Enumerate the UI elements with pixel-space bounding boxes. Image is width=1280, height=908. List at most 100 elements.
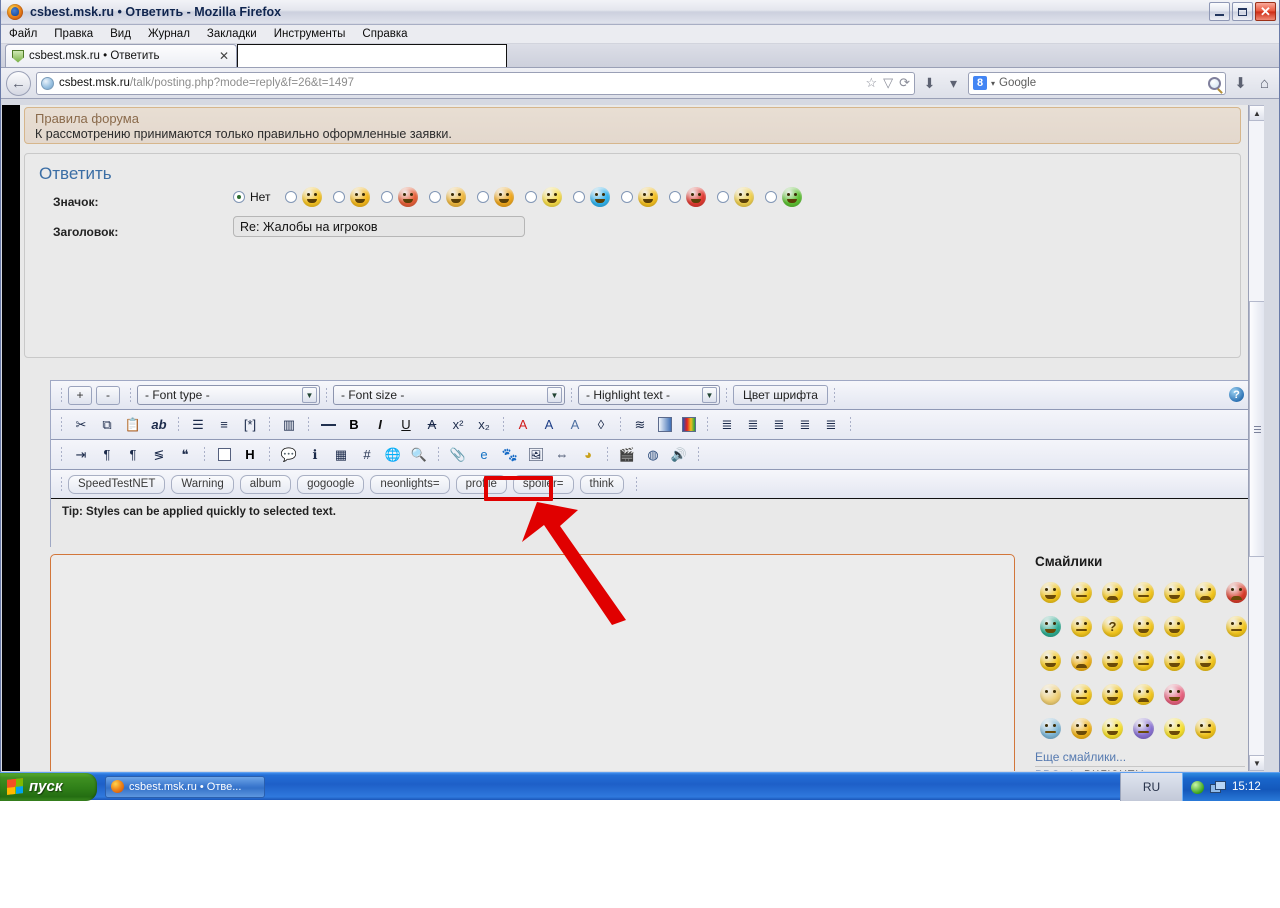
toolbar-grip[interactable] (606, 446, 609, 463)
style-button-think[interactable]: think (579, 474, 624, 494)
disc-icon[interactable]: ◍ (640, 444, 666, 466)
toolbar-grip[interactable] (203, 446, 206, 463)
toolbar-grip[interactable] (706, 416, 709, 433)
smiley-teeth-green[interactable] (1040, 615, 1061, 637)
menu-item-file[interactable]: Файл (9, 28, 37, 40)
post-icon-cool[interactable] (590, 187, 611, 207)
underline-icon[interactable]: U (393, 414, 419, 436)
radio-icon-smile[interactable] (333, 191, 346, 203)
home-icon[interactable]: ⌂ (1255, 72, 1274, 94)
bold-icon[interactable]: B (341, 414, 367, 436)
smiley-popcorn[interactable] (1195, 717, 1216, 739)
post-icon-arrow[interactable] (494, 187, 515, 207)
pacman-icon[interactable]: ◕ (575, 444, 601, 466)
scroll-down-button[interactable]: ▼ (1249, 755, 1264, 771)
toolbar-grip[interactable] (60, 446, 63, 463)
toolbar-grip[interactable] (129, 386, 132, 404)
style-button-profile[interactable]: profile (455, 474, 507, 494)
quote-icon[interactable]: ❝ (172, 444, 198, 466)
ltr-icon[interactable]: ¶ (94, 444, 120, 466)
taskbar-item-firefox[interactable]: csbest.msk.ru • Отве... (105, 775, 265, 798)
sound-icon[interactable]: 🔊 (666, 444, 692, 466)
minimize-button[interactable] (1209, 2, 1230, 21)
smiley-sly[interactable] (1071, 615, 1092, 637)
smiley-blank[interactable] (1133, 649, 1154, 671)
paste-icon[interactable]: 📋 (120, 414, 146, 436)
font-size-increase-button[interactable]: + (68, 385, 92, 405)
italic-icon[interactable]: I (367, 414, 393, 436)
toolbar-grip[interactable] (725, 386, 728, 404)
smiley-shock[interactable] (1133, 683, 1154, 705)
cut-icon[interactable]: ✂ (68, 414, 94, 436)
superscript-icon[interactable]: x² (445, 414, 471, 436)
horizontal-rule-icon[interactable] (315, 414, 341, 436)
white-box-icon[interactable] (211, 444, 237, 466)
chevron-down-icon[interactable]: ▼ (302, 387, 317, 403)
downloads-icon[interactable]: ⬇ (1231, 72, 1250, 94)
smiley-drink[interactable] (1102, 717, 1123, 739)
align-indent-icon[interactable]: ≣ (818, 414, 844, 436)
more-smilies-link[interactable]: Еще смайлики... (1035, 750, 1245, 767)
align-center-icon[interactable]: ≣ (766, 414, 792, 436)
font-size-decrease-button[interactable]: - (96, 385, 120, 405)
copy-icon[interactable]: ⧉ (94, 414, 120, 436)
help-icon[interactable]: ? (1229, 387, 1244, 402)
code-icon[interactable]: ≶ (146, 444, 172, 466)
globe-link-icon[interactable]: 🌐 (380, 444, 406, 466)
language-indicator[interactable]: RU (1120, 773, 1182, 801)
smiley-neutral[interactable] (1133, 581, 1154, 603)
style-button-spoiler[interactable]: spoiler= (512, 474, 574, 494)
toolbar-grip[interactable] (177, 416, 180, 433)
smiley-laugh-hard[interactable] (1071, 717, 1092, 739)
smiley-love-pink[interactable] (1164, 683, 1185, 705)
smiley-devil[interactable] (1226, 581, 1247, 603)
chevron-down-icon[interactable]: ▼ (702, 387, 717, 403)
subject-input[interactable]: Re: Жалобы на игроков (233, 216, 525, 237)
start-button[interactable]: пуск (0, 772, 97, 801)
strikethrough-icon[interactable]: A (419, 414, 445, 436)
bookmark-star-icon[interactable]: ☆ (865, 75, 877, 91)
video-icon[interactable]: 🎬 (614, 444, 640, 466)
remove-format-icon[interactable]: ≋ (627, 414, 653, 436)
google-icon[interactable]: 8 (973, 76, 987, 90)
smiley-kiss-left[interactable] (1164, 649, 1185, 671)
radio-icon-none[interactable] (233, 191, 245, 203)
menu-item-help[interactable]: Справка (362, 28, 407, 40)
toolbar-grip[interactable] (634, 475, 638, 493)
page-break-icon[interactable]: ▥ (276, 414, 302, 436)
back-button[interactable]: ← (6, 70, 31, 96)
search-icon[interactable]: 🔍 (406, 444, 432, 466)
radio-icon-thumbsup[interactable] (429, 191, 442, 203)
toolbar-grip[interactable] (268, 446, 271, 463)
radio-icon-grin[interactable] (285, 191, 298, 203)
smiley-kiss-right[interactable] (1195, 649, 1216, 671)
post-icon-idea[interactable] (542, 187, 563, 207)
antivirus-icon[interactable] (1191, 780, 1204, 794)
bullet-list-icon[interactable]: ☰ (185, 414, 211, 436)
smiley-rose[interactable] (1040, 683, 1061, 705)
radio-icon-idea[interactable] (525, 191, 538, 203)
smiley-hands-face[interactable] (1040, 649, 1061, 671)
font-color-blue-icon[interactable]: A (536, 414, 562, 436)
info-icon[interactable]: ℹ (302, 444, 328, 466)
toolbar-grip[interactable] (325, 386, 328, 404)
menu-item-tools[interactable]: Инструменты (274, 28, 346, 40)
download-icon[interactable]: ⬇ (920, 72, 939, 94)
highlight-drop-icon[interactable]: ◊ (588, 414, 614, 436)
rtl-icon[interactable]: ¶ (120, 444, 146, 466)
table-icon[interactable]: ▦ (328, 444, 354, 466)
message-textarea[interactable] (50, 554, 1015, 771)
tab-close-icon[interactable]: ✕ (216, 49, 232, 63)
chevron-down-icon[interactable]: ▽ (883, 75, 893, 91)
address-bar[interactable]: csbest.msk.ru/talk/posting.php?mode=repl… (36, 71, 915, 95)
style-button-album[interactable]: album (239, 474, 292, 494)
smiley-angry-fist[interactable] (1071, 649, 1092, 671)
smiley-shy[interactable] (1071, 683, 1092, 705)
font-type-select[interactable]: - Font type - ▼ (137, 385, 320, 405)
rainbow-icon[interactable] (682, 417, 696, 432)
toolbar-grip[interactable] (60, 416, 63, 433)
radio-icon-cool[interactable] (573, 191, 586, 203)
post-icon-wink-green[interactable] (782, 187, 803, 207)
radio-icon-angry[interactable] (669, 191, 682, 203)
menu-item-view[interactable]: Вид (110, 28, 131, 40)
